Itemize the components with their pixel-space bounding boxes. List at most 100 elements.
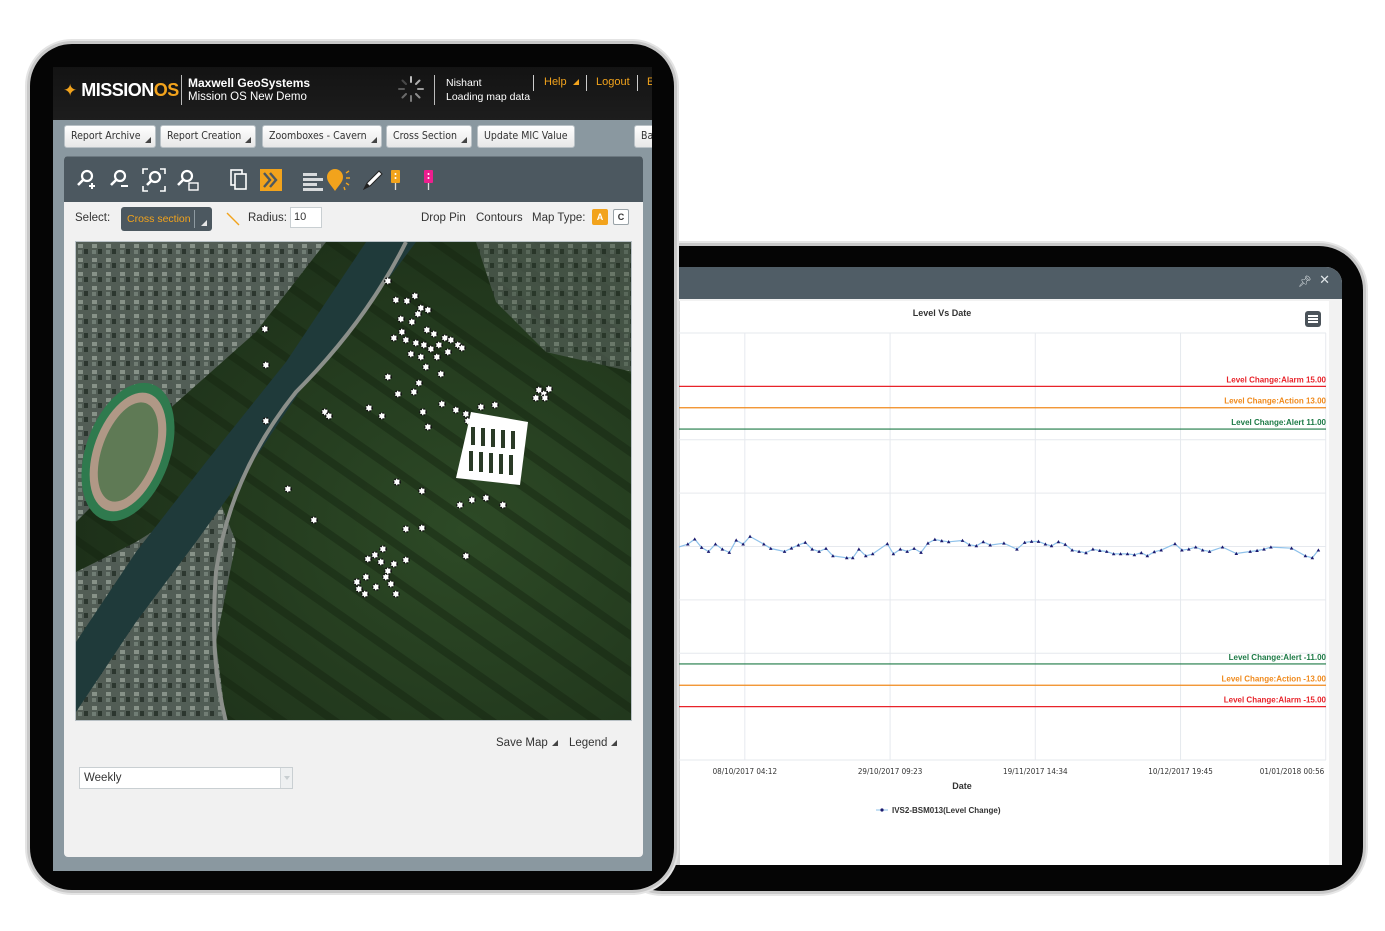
line-tool-icon[interactable]: [226, 212, 240, 226]
truncated-button[interactable]: Ba: [634, 125, 652, 148]
lightbulb-icon[interactable]: [326, 167, 352, 193]
map-marker[interactable]: [393, 390, 402, 399]
zoom-in-icon[interactable]: [74, 167, 100, 193]
chevron-down-icon[interactable]: [280, 768, 292, 788]
map-marker[interactable]: [406, 350, 415, 359]
map-marker[interactable]: [401, 336, 410, 345]
map-marker[interactable]: [381, 572, 390, 581]
pencil-icon[interactable]: [360, 167, 386, 193]
map-marker[interactable]: [437, 400, 446, 409]
legend-entry[interactable]: IVS2-BSM013(Level Change): [892, 806, 1001, 815]
map-marker[interactable]: [419, 341, 428, 350]
copy-layers-icon[interactable]: [226, 167, 252, 193]
map-marker[interactable]: [432, 353, 441, 362]
map-marker[interactable]: [411, 339, 420, 348]
select-mode-dropdown[interactable]: Cross section: [121, 207, 212, 231]
frequency-dropdown[interactable]: Weekly: [79, 767, 293, 789]
map-marker[interactable]: [423, 306, 432, 315]
map-marker[interactable]: [443, 348, 452, 357]
satellite-map[interactable]: [75, 241, 632, 721]
logout-link[interactable]: Logout: [596, 76, 630, 88]
map-marker[interactable]: [383, 566, 392, 575]
report-archive-button[interactable]: Report Archive: [64, 125, 156, 148]
map-marker[interactable]: [376, 557, 385, 566]
map-marker[interactable]: [397, 328, 406, 337]
map-marker[interactable]: [417, 523, 426, 532]
legend-button[interactable]: Legend: [569, 737, 618, 749]
map-marker[interactable]: [414, 379, 423, 388]
legend[interactable]: IVS2-BSM013(Level Change): [876, 806, 1001, 815]
map-marker[interactable]: [361, 572, 370, 581]
map-marker[interactable]: [476, 403, 485, 412]
map-marker[interactable]: [416, 353, 425, 362]
map-marker[interactable]: [417, 487, 426, 496]
map-marker[interactable]: [310, 515, 319, 524]
extra-link[interactable]: E: [647, 76, 652, 88]
map-marker[interactable]: [377, 412, 386, 421]
chart-window-titlebar[interactable]: 📌︎ ✕: [675, 267, 1342, 299]
map-marker[interactable]: [396, 315, 405, 324]
map-marker[interactable]: [370, 550, 379, 559]
map-marker[interactable]: [467, 496, 476, 505]
user-name[interactable]: Nishant: [446, 76, 530, 90]
map-marker[interactable]: [261, 325, 270, 334]
map-marker[interactable]: [392, 478, 401, 487]
map-marker[interactable]: [418, 408, 427, 417]
map-marker[interactable]: [386, 579, 395, 588]
orange-pin-icon[interactable]: [384, 167, 410, 193]
map-marker[interactable]: [402, 296, 411, 305]
map-marker[interactable]: [389, 334, 398, 343]
map-marker[interactable]: [455, 500, 464, 509]
map-marker[interactable]: [383, 373, 392, 382]
map-marker[interactable]: [407, 318, 416, 327]
map-marker[interactable]: [498, 500, 507, 509]
map-marker[interactable]: [457, 344, 466, 353]
chevron-forward-icon[interactable]: [259, 167, 285, 193]
map-marker[interactable]: [284, 485, 293, 494]
map-marker[interactable]: [352, 577, 361, 586]
map-marker[interactable]: [363, 554, 372, 563]
radius-input[interactable]: 10: [290, 207, 322, 228]
map-marker[interactable]: [540, 394, 549, 403]
zoom-out-icon[interactable]: [107, 167, 133, 193]
missionos-logo[interactable]: ✦ MISSION OS: [63, 80, 179, 101]
map-marker[interactable]: [481, 494, 490, 503]
map-marker[interactable]: [531, 394, 540, 403]
map-marker[interactable]: [436, 370, 445, 379]
chart-menu-button[interactable]: [1305, 311, 1321, 327]
map-marker[interactable]: [401, 524, 410, 533]
map-marker[interactable]: [446, 336, 455, 345]
map-marker[interactable]: [423, 423, 432, 432]
map-marker[interactable]: [413, 310, 422, 319]
cross-section-button[interactable]: Cross Section: [386, 125, 472, 148]
zoomboxes-cavern-button[interactable]: Zoomboxes - Cavern: [262, 125, 382, 148]
map-marker[interactable]: [262, 361, 271, 370]
map-marker[interactable]: [461, 551, 470, 560]
help-link[interactable]: Help: [544, 76, 579, 88]
map-marker[interactable]: [534, 386, 543, 395]
map-marker[interactable]: [451, 406, 460, 415]
map-marker[interactable]: [364, 404, 373, 413]
zoom-extent-icon[interactable]: [141, 167, 167, 193]
map-marker[interactable]: [421, 363, 430, 372]
zoom-box-icon[interactable]: [175, 167, 201, 193]
map-marker[interactable]: [409, 388, 418, 397]
close-icon[interactable]: ✕: [1319, 273, 1330, 288]
map-marker[interactable]: [422, 326, 431, 335]
map-marker[interactable]: [410, 291, 419, 300]
drop-pin-link[interactable]: Drop Pin: [421, 212, 466, 224]
map-canvas[interactable]: [76, 242, 632, 721]
map-marker[interactable]: [461, 410, 470, 419]
map-marker[interactable]: [401, 555, 410, 564]
map-marker[interactable]: [434, 341, 443, 350]
map-marker[interactable]: [262, 417, 271, 426]
map-marker[interactable]: [391, 295, 400, 304]
contours-link[interactable]: Contours: [476, 212, 523, 224]
list-icon[interactable]: [301, 167, 327, 193]
map-marker[interactable]: [389, 559, 398, 568]
map-marker[interactable]: [371, 582, 380, 591]
map-type-a-button[interactable]: A: [592, 209, 608, 225]
map-marker[interactable]: [391, 589, 400, 598]
map-marker[interactable]: [490, 401, 499, 410]
map-marker[interactable]: [378, 544, 387, 553]
